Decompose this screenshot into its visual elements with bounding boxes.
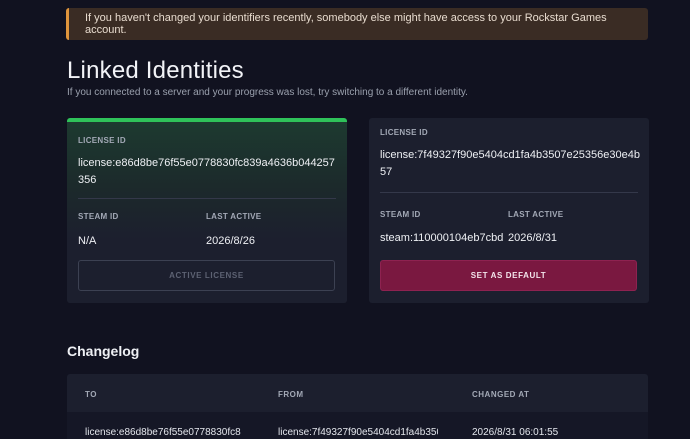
steam-id-value: steam:110000104eb7cbd	[380, 232, 504, 244]
page-subtitle: If you connected to a server and your pr…	[67, 87, 468, 98]
cell-changed-at: 2026/8/31 06:01:55	[472, 427, 559, 438]
license-id-value: license:7f49327f90e5404cd1fa4b3507e25356…	[380, 149, 640, 178]
changelog-table: TO FROM CHANGED AT license:e86d8be76f55e…	[67, 374, 648, 439]
warning-banner: If you haven't changed your identifiers …	[66, 8, 648, 40]
column-header-from: FROM	[278, 390, 304, 399]
identity-card: LICENSE ID license:7f49327f90e5404cd1fa4…	[369, 118, 649, 303]
warning-banner-text: If you haven't changed your identifiers …	[85, 12, 607, 36]
cell-to: license:e86d8be76f55e0778830fc839a4636b0…	[85, 427, 241, 438]
identity-card-active: LICENSE ID license:e86d8be76f55e0778830f…	[67, 118, 347, 303]
page-title: Linked Identities	[67, 57, 244, 84]
license-id-value: license:e86d8be76f55e0778830fc839a4636b0…	[78, 157, 335, 186]
column-header-to: TO	[85, 390, 97, 399]
set-as-default-button[interactable]: SET AS DEFAULT	[380, 260, 637, 291]
column-header-changed-at: CHANGED AT	[472, 390, 530, 399]
license-id-label: LICENSE ID	[380, 128, 428, 137]
last-active-value: 2026/8/26	[206, 235, 255, 247]
steam-id-label: STEAM ID	[380, 210, 421, 219]
steam-id-value: N/A	[78, 235, 97, 247]
last-active-value: 2026/8/31	[508, 232, 557, 244]
card-divider	[78, 198, 336, 199]
changelog-title: Changelog	[67, 343, 140, 359]
steam-id-label: STEAM ID	[78, 212, 119, 221]
active-license-button: ACTIVE LICENSE	[78, 260, 335, 291]
license-id-label: LICENSE ID	[78, 136, 126, 145]
card-divider	[380, 192, 638, 193]
last-active-label: LAST ACTIVE	[206, 212, 262, 221]
last-active-label: LAST ACTIVE	[508, 210, 564, 219]
cell-from: license:7f49327f90e5404cd1fa4b3507e25356…	[278, 427, 438, 438]
